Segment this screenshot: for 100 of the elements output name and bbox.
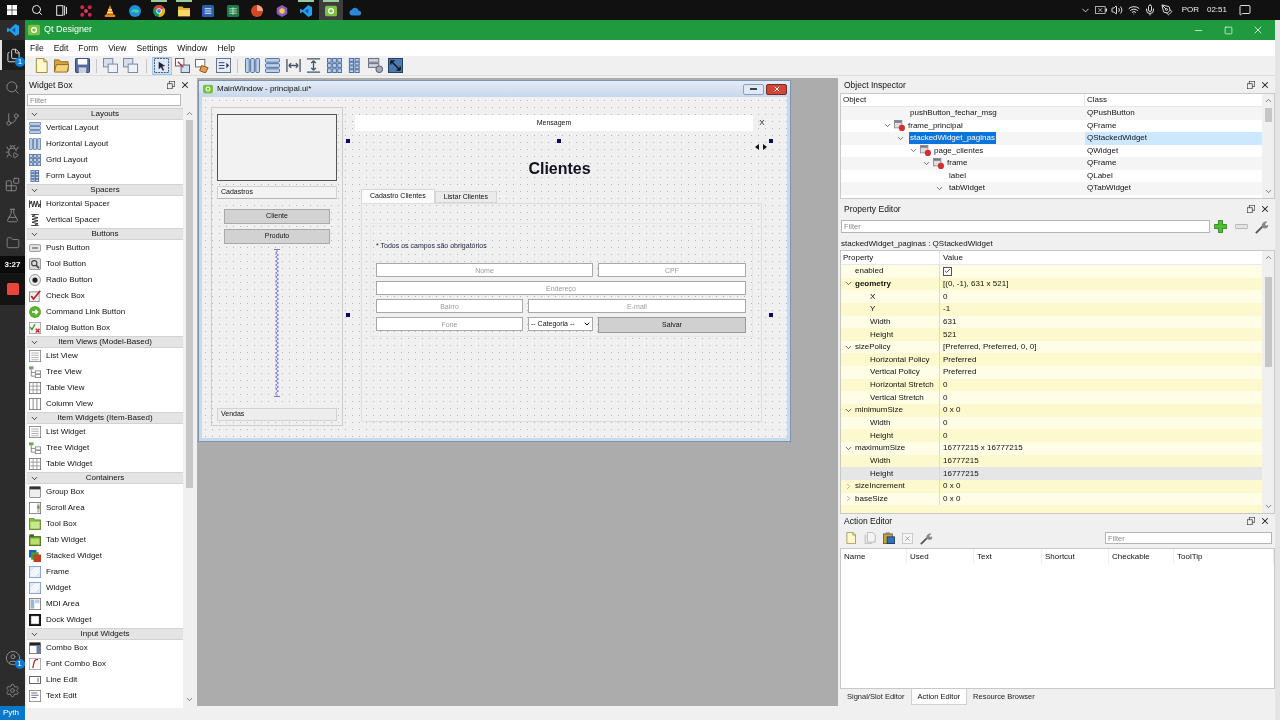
menu-item[interactable]: Edit — [48, 41, 74, 55]
account-icon[interactable] — [4, 650, 21, 666]
left-triangle-icon[interactable] — [755, 144, 759, 150]
widget-list-item[interactable]: Vertical Layout — [27, 120, 183, 136]
column-header[interactable]: Text — [974, 549, 1042, 564]
scroll-thumb[interactable] — [185, 120, 193, 488]
widget-list-item[interactable]: Table Widget — [27, 456, 183, 472]
menu-item[interactable]: Window — [172, 41, 213, 55]
notification-icon[interactable] — [1239, 4, 1251, 16]
overlapping-windows-icon[interactable] — [123, 58, 139, 73]
menu-item[interactable]: View — [103, 41, 132, 55]
widget-list-item[interactable]: Tab Widget — [27, 532, 183, 548]
object-name[interactable]: pushButton_fechar_msg — [909, 107, 998, 120]
float-icon[interactable] — [1247, 205, 1255, 213]
resize-icon[interactable] — [388, 58, 404, 73]
selection-handle[interactable] — [557, 139, 561, 143]
wrench-icon[interactable] — [920, 531, 933, 545]
widget-list-item[interactable]: Column View — [27, 396, 183, 412]
close-button[interactable] — [766, 83, 787, 95]
category-header[interactable]: Buttons — [27, 228, 183, 240]
widget-list-item[interactable]: Line Edit — [27, 672, 183, 688]
task-view-icon[interactable] — [55, 4, 67, 16]
object-name[interactable]: frame — [946, 157, 969, 170]
widget-list-item[interactable]: Font Combo Box — [27, 656, 183, 672]
float-icon[interactable] — [1247, 517, 1255, 525]
category-header[interactable]: Input Widgets — [27, 628, 183, 640]
float-icon[interactable] — [167, 81, 175, 89]
plus-icon[interactable] — [1214, 220, 1227, 233]
object-name[interactable]: page_clientes — [933, 144, 985, 157]
mode-button[interactable] — [213, 56, 234, 75]
horizontal-splitter-icon[interactable] — [285, 58, 301, 73]
scroll-up-icon[interactable] — [1263, 96, 1273, 105]
widget-list-item[interactable]: MDI Area — [27, 596, 183, 612]
language-indicator[interactable]: POR — [1181, 4, 1199, 16]
widget-list-item[interactable]: Dock Widget — [27, 612, 183, 628]
column-header[interactable]: Value — [940, 251, 1262, 264]
scrollbar[interactable] — [1262, 94, 1274, 198]
minimize-button[interactable] — [743, 83, 764, 95]
clipboard-icon[interactable] — [883, 532, 895, 544]
form-grid-icon[interactable] — [347, 58, 363, 73]
widget-list-item[interactable]: Vertical Spacer — [27, 212, 183, 228]
widget-list-item[interactable]: Push Button — [27, 240, 183, 256]
scroll-down-icon[interactable] — [1263, 187, 1273, 196]
scroll-up-icon[interactable] — [1263, 253, 1273, 262]
property-row[interactable]: Vertical Stretch 0 — [841, 391, 1262, 405]
object-name[interactable]: tabWidget — [948, 182, 987, 195]
new-file-icon[interactable] — [845, 532, 857, 544]
save-icon[interactable] — [74, 58, 90, 73]
wrench-icon[interactable] — [1255, 219, 1269, 234]
grid-icon[interactable] — [326, 58, 342, 73]
close-icon[interactable] — [180, 80, 190, 90]
stop-icon[interactable] — [6, 283, 19, 295]
widget-list-item[interactable]: Combo Box — [27, 640, 183, 656]
object-name[interactable]: stackedWidget_paginas — [909, 132, 996, 145]
delete-icon[interactable] — [902, 532, 913, 544]
bug-play-icon[interactable] — [5, 143, 20, 159]
blocks-icon[interactable] — [5, 176, 20, 192]
scroll-down-icon[interactable] — [184, 695, 194, 704]
pen-icon[interactable] — [1160, 4, 1173, 16]
new-file-icon[interactable] — [33, 58, 49, 73]
column-header[interactable]: Shortcut — [1042, 549, 1109, 564]
vertical-splitter-icon[interactable] — [306, 58, 322, 73]
widget-list-item[interactable]: Tool Box — [27, 516, 183, 532]
widget-list-item[interactable]: Radio Button — [27, 272, 183, 288]
column-header[interactable]: Name — [841, 549, 907, 564]
category-header[interactable]: Containers — [27, 472, 183, 484]
widget-list-item[interactable]: Form Layout — [27, 168, 183, 184]
clock[interactable]: 02:51 — [1206, 4, 1227, 16]
property-row[interactable]: enabled — [841, 265, 1262, 278]
column-header[interactable]: Object — [841, 94, 1085, 106]
close-icon[interactable] — [1260, 516, 1270, 526]
widget-list-item[interactable]: Scroll Area — [27, 500, 183, 516]
column-header[interactable]: Property — [841, 251, 940, 264]
close-icon[interactable] — [1260, 80, 1270, 90]
widget-list-item[interactable]: List Widget — [27, 424, 183, 440]
widget-list-item[interactable]: Group Box — [27, 484, 183, 500]
scroll-down-icon[interactable] — [1263, 502, 1273, 511]
right-triangle-icon[interactable] — [763, 144, 767, 150]
mode-button[interactable] — [172, 56, 193, 75]
menu-item[interactable]: Help — [212, 41, 240, 55]
rows-icon[interactable] — [265, 58, 281, 73]
widget-list-item[interactable]: Command Link Button — [27, 304, 183, 320]
widget-list-item[interactable]: Text Edit — [27, 688, 183, 704]
start-icon[interactable] — [7, 5, 18, 15]
category-header[interactable]: Item Views (Model-Based) — [27, 336, 183, 348]
scroll-up-icon[interactable] — [184, 109, 194, 118]
widget-list-item[interactable]: Stacked Widget — [27, 548, 183, 564]
column-header[interactable]: Checkable — [1109, 549, 1174, 564]
category-header[interactable]: Item Widgets (Item-Based) — [27, 412, 183, 424]
widget-list-item[interactable]: Tree View — [27, 364, 183, 380]
close-message-button[interactable]: X — [753, 117, 771, 129]
column-header[interactable]: Used — [907, 549, 974, 564]
widget-list-item[interactable]: Tool Button — [27, 256, 183, 272]
column-header[interactable]: ToolTip — [1174, 549, 1274, 564]
category-header[interactable]: Layouts — [27, 108, 183, 120]
object-name[interactable]: label — [948, 169, 967, 182]
microphone-icon[interactable] — [1143, 4, 1156, 16]
selection-handle[interactable] — [346, 313, 350, 317]
search-icon[interactable] — [30, 4, 43, 16]
open-folder-icon[interactable] — [54, 58, 70, 73]
